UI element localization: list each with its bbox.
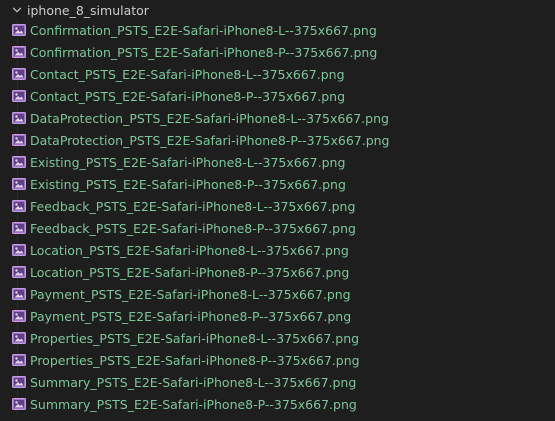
file-item[interactable]: DataProtection_PSTS_E2E-Safari-iPhone8-P… (0, 129, 555, 151)
image-file-icon (12, 376, 26, 388)
file-label: Contact_PSTS_E2E-Safari-iPhone8-L--375x6… (30, 66, 345, 82)
file-label: Properties_PSTS_E2E-Safari-iPhone8-P--37… (30, 352, 360, 368)
file-label: DataProtection_PSTS_E2E-Safari-iPhone8-P… (30, 132, 390, 148)
image-file-icon (12, 178, 26, 190)
image-file-icon (12, 288, 26, 300)
file-item[interactable]: Payment_PSTS_E2E-Safari-iPhone8-L--375x6… (0, 283, 555, 305)
file-label: Summary_PSTS_E2E-Safari-iPhone8-L--375x6… (30, 374, 357, 390)
file-label: Contact_PSTS_E2E-Safari-iPhone8-P--375x6… (30, 88, 346, 104)
file-item[interactable]: DataProtection_PSTS_E2E-Safari-iPhone8-L… (0, 107, 555, 129)
file-label: Existing_PSTS_E2E-Safari-iPhone8-P--375x… (30, 176, 346, 192)
file-label: Payment_PSTS_E2E-Safari-iPhone8-L--375x6… (30, 286, 351, 302)
file-item[interactable]: Existing_PSTS_E2E-Safari-iPhone8-L--375x… (0, 151, 555, 173)
file-item[interactable]: Properties_PSTS_E2E-Safari-iPhone8-P--37… (0, 349, 555, 371)
file-label: Confirmation_PSTS_E2E-Safari-iPhone8-P--… (30, 44, 378, 60)
file-explorer-tree: iphone_8_simulator Confirmation_PSTS_E2E… (0, 0, 555, 421)
file-label: DataProtection_PSTS_E2E-Safari-iPhone8-L… (30, 110, 389, 126)
image-file-icon (12, 266, 26, 278)
file-item[interactable]: Confirmation_PSTS_E2E-Safari-iPhone8-L--… (0, 19, 555, 41)
file-item[interactable]: Feedback_PSTS_E2E-Safari-iPhone8-P--375x… (0, 217, 555, 239)
file-label: Location_PSTS_E2E-Safari-iPhone8-P--375x… (30, 264, 350, 280)
image-file-icon (12, 310, 26, 322)
file-label: Existing_PSTS_E2E-Safari-iPhone8-L--375x… (30, 154, 346, 170)
image-file-icon (12, 244, 26, 256)
image-file-icon (12, 134, 26, 146)
image-file-icon (12, 200, 26, 212)
file-label: Feedback_PSTS_E2E-Safari-iPhone8-L--375x… (30, 198, 356, 214)
file-label: Summary_PSTS_E2E-Safari-iPhone8-P--375x6… (30, 396, 357, 412)
file-item[interactable]: Feedback_PSTS_E2E-Safari-iPhone8-L--375x… (0, 195, 555, 217)
image-file-icon (12, 46, 26, 58)
file-item[interactable]: Summary_PSTS_E2E-Safari-iPhone8-P--375x6… (0, 393, 555, 415)
folder-iphone-8-simulator[interactable]: iphone_8_simulator (0, 0, 555, 20)
image-file-icon (12, 68, 26, 80)
file-item[interactable]: Location_PSTS_E2E-Safari-iPhone8-P--375x… (0, 261, 555, 283)
file-item[interactable]: Properties_PSTS_E2E-Safari-iPhone8-L--37… (0, 327, 555, 349)
image-file-icon (12, 398, 26, 410)
file-item[interactable]: Contact_PSTS_E2E-Safari-iPhone8-L--375x6… (0, 63, 555, 85)
image-file-icon (12, 354, 26, 366)
file-label: Feedback_PSTS_E2E-Safari-iPhone8-P--375x… (30, 220, 356, 236)
file-label: Payment_PSTS_E2E-Safari-iPhone8-P--375x6… (30, 308, 352, 324)
image-file-icon (12, 222, 26, 234)
chevron-down-icon[interactable] (9, 2, 25, 18)
file-label: Properties_PSTS_E2E-Safari-iPhone8-L--37… (30, 330, 360, 346)
folder-contents: Confirmation_PSTS_E2E-Safari-iPhone8-L--… (0, 19, 555, 415)
image-file-icon (12, 156, 26, 168)
file-label: Location_PSTS_E2E-Safari-iPhone8-L--375x… (30, 242, 349, 258)
image-file-icon (12, 90, 26, 102)
folder-label: iphone_8_simulator (27, 2, 149, 18)
file-item[interactable]: Summary_PSTS_E2E-Safari-iPhone8-L--375x6… (0, 371, 555, 393)
file-item[interactable]: Existing_PSTS_E2E-Safari-iPhone8-P--375x… (0, 173, 555, 195)
file-label: Confirmation_PSTS_E2E-Safari-iPhone8-L--… (30, 22, 377, 38)
image-file-icon (12, 24, 26, 36)
image-file-icon (12, 332, 26, 344)
file-item[interactable]: Location_PSTS_E2E-Safari-iPhone8-L--375x… (0, 239, 555, 261)
file-item[interactable]: Contact_PSTS_E2E-Safari-iPhone8-P--375x6… (0, 85, 555, 107)
file-item[interactable]: Confirmation_PSTS_E2E-Safari-iPhone8-P--… (0, 41, 555, 63)
file-item[interactable]: Payment_PSTS_E2E-Safari-iPhone8-P--375x6… (0, 305, 555, 327)
image-file-icon (12, 112, 26, 124)
